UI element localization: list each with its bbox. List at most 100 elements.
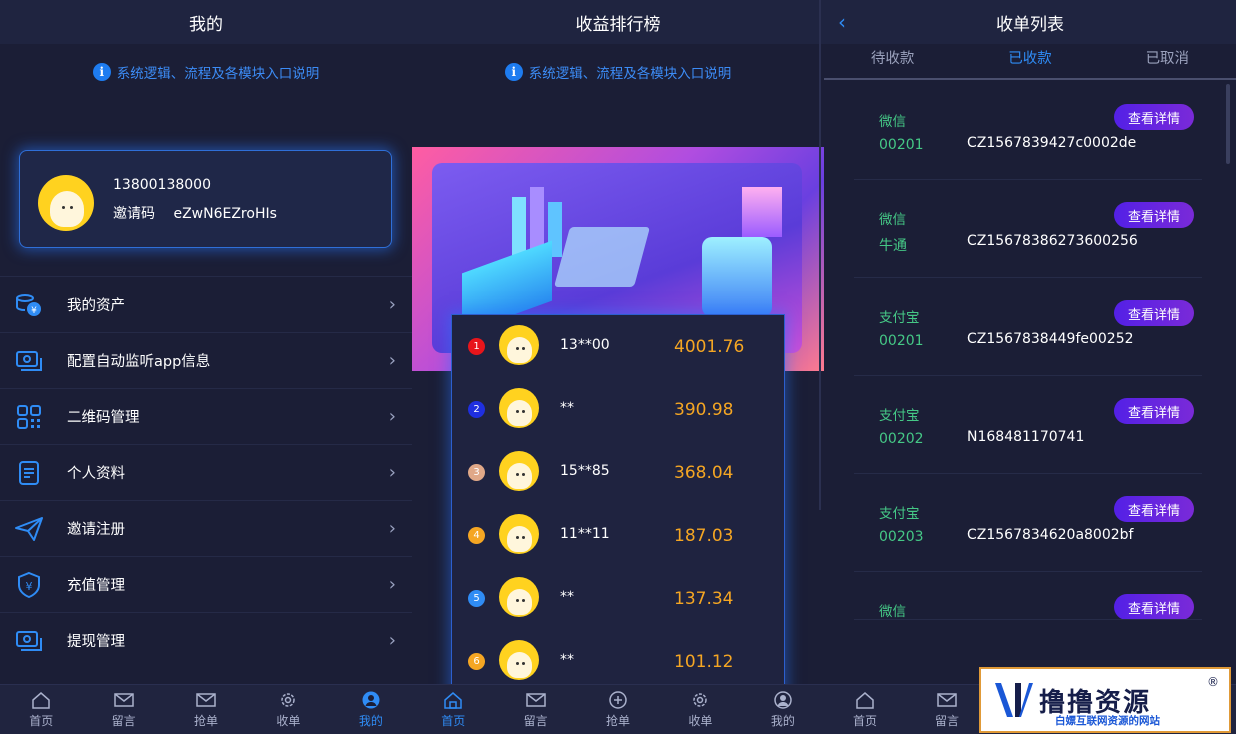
ranking-list: 1 13**00 4001.76 2 ** 390.98 3 15**85 36… (451, 314, 785, 734)
rank-row: 4 11**11 187.03 (452, 504, 784, 567)
menu-item-label: 二维码管理 (67, 410, 140, 426)
rank-row: 2 ** 390.98 (452, 378, 784, 441)
profile-card[interactable]: 13800138000 邀请码 eZwN6EZroHIs (19, 150, 392, 248)
menu-item-label: 配置自动监听app信息 (67, 354, 211, 370)
order-number: CZ1567834620a8002bf (967, 527, 1134, 543)
svg-text:¥: ¥ (26, 580, 33, 593)
menu-item-invite[interactable]: 邀请注册 › (0, 500, 412, 556)
tab-label: 留言 (523, 713, 548, 728)
tab-grab-order[interactable]: 抢单 (165, 685, 247, 734)
tab-cancelled[interactable]: 已取消 (1099, 44, 1236, 78)
avatar (499, 388, 539, 428)
menu-item-profile[interactable]: 个人资料 › (0, 444, 412, 500)
tab-messages[interactable]: 留言 (494, 685, 576, 734)
tab-label: 首页 (852, 713, 877, 728)
document-icon (14, 458, 44, 488)
payment-type: 支付宝 (879, 408, 920, 424)
invite-code: eZwN6EZroHIs (173, 206, 277, 222)
menu-item-label: 充值管理 (67, 578, 125, 594)
page-title: 收益排行榜 (412, 0, 824, 44)
order-number: CZ1567838449fe00252 (967, 331, 1134, 347)
avatar (499, 577, 539, 617)
tab-mine[interactable]: 我的 (742, 685, 824, 734)
menu-item-withdraw[interactable]: 提现管理 › (0, 612, 412, 668)
order-number: CZ15678386273600256 (967, 233, 1138, 249)
system-notice-link[interactable]: i 系统逻辑、流程及各模块入口说明 (412, 62, 824, 82)
page-title-text: 我的 (189, 14, 223, 35)
tab-receive[interactable]: 收单 (247, 685, 329, 734)
rank-amount: 368.04 (674, 463, 734, 483)
watermark-subtitle: 白嫖互联网资源的网站 (1055, 715, 1160, 727)
order-code: 00201 (879, 137, 924, 153)
tab-label: 我的 (770, 713, 795, 728)
scrollbar[interactable] (1226, 84, 1230, 164)
system-notice-link[interactable]: i 系统逻辑、流程及各模块入口说明 (0, 62, 412, 82)
payment-type: 微信 (879, 114, 906, 130)
tab-label: 首页 (29, 713, 54, 728)
order-number: CZ1567839427c0002de (967, 135, 1137, 151)
view-details-button[interactable]: 查看详情 (1114, 398, 1194, 424)
cash-icon (14, 626, 44, 656)
order-status-tabs: 待收款 已收款 已取消 (824, 44, 1236, 80)
rank-amount: 137.34 (674, 589, 734, 609)
order-item: 微信 查看详情 (854, 572, 1202, 620)
mail-icon (196, 692, 216, 707)
rank-badge: 4 (468, 527, 485, 544)
chevron-right-icon: › (388, 406, 396, 427)
view-details-button[interactable]: 查看详情 (1114, 104, 1194, 130)
tab-grab-order[interactable]: 抢单 (577, 685, 659, 734)
tab-label: 留言 (111, 713, 136, 728)
page-title-text: 收益排行榜 (575, 14, 661, 35)
home-icon (32, 691, 50, 709)
send-icon (14, 514, 44, 544)
view-details-button[interactable]: 查看详情 (1114, 496, 1194, 522)
menu-item-label: 邀请注册 (67, 522, 125, 538)
page-title-text: 收单列表 (996, 14, 1064, 35)
order-item: 支付宝 00201 CZ1567838449fe00252 查看详情 (854, 278, 1202, 376)
view-details-button[interactable]: 查看详情 (1114, 594, 1194, 619)
order-code: 00202 (879, 431, 924, 447)
tab-home[interactable]: 首页 (824, 685, 906, 734)
tab-receive[interactable]: 收单 (659, 685, 741, 734)
user-icon (362, 691, 380, 708)
ranking-panel: 收益排行榜 i 系统逻辑、流程及各模块入口说明 1 13**00 4001.76… (412, 0, 824, 734)
avatar (499, 514, 539, 554)
yen-shield-icon: ¥ (14, 570, 44, 600)
rank-user: 15**85 (560, 463, 610, 479)
menu-item-label: 提现管理 (67, 634, 125, 650)
home-icon (444, 691, 462, 709)
tab-received[interactable]: 已收款 (961, 44, 1098, 78)
plus-circle-icon (609, 690, 627, 709)
tab-messages[interactable]: 留言 (82, 685, 164, 734)
rank-badge: 6 (468, 653, 485, 670)
order-item: 微信 牛通 CZ15678386273600256 查看详情 (854, 180, 1202, 278)
user-icon (774, 690, 792, 709)
tab-home[interactable]: 首页 (0, 685, 82, 734)
menu-item-assets[interactable]: ¥ 我的资产 › (0, 276, 412, 332)
order-code: 00201 (879, 333, 924, 349)
tab-home[interactable]: 首页 (412, 685, 494, 734)
phone-number: 13800138000 (113, 177, 211, 193)
home-icon (856, 691, 874, 709)
view-details-button[interactable]: 查看详情 (1114, 202, 1194, 228)
menu-item-recharge[interactable]: ¥ 充值管理 › (0, 556, 412, 612)
tab-label: 首页 (441, 713, 466, 728)
gear-icon (281, 692, 296, 707)
notice-text: 系统逻辑、流程及各模块入口说明 (528, 66, 732, 82)
cash-icon (14, 346, 44, 376)
qrcode-icon (14, 402, 44, 432)
view-details-button[interactable]: 查看详情 (1114, 300, 1194, 326)
menu-list: ¥ 我的资产 › 配置自动监听app信息 › 二维码管理 › 个人资料 › 邀请… (0, 276, 412, 668)
menu-item-qrcode[interactable]: 二维码管理 › (0, 388, 412, 444)
tab-mine[interactable]: 我的 (330, 685, 412, 734)
tab-messages[interactable]: 留言 (906, 685, 988, 734)
avatar (499, 325, 539, 365)
menu-item-app-config[interactable]: 配置自动监听app信息 › (0, 332, 412, 388)
rank-amount: 101.12 (674, 652, 734, 672)
info-icon: i (504, 63, 523, 81)
back-arrow-icon[interactable]: ‹ (838, 10, 846, 34)
rank-user: 13**00 (560, 337, 610, 353)
chevron-right-icon: › (388, 462, 396, 483)
tab-pending[interactable]: 待收款 (824, 44, 961, 78)
mail-icon (937, 692, 957, 707)
